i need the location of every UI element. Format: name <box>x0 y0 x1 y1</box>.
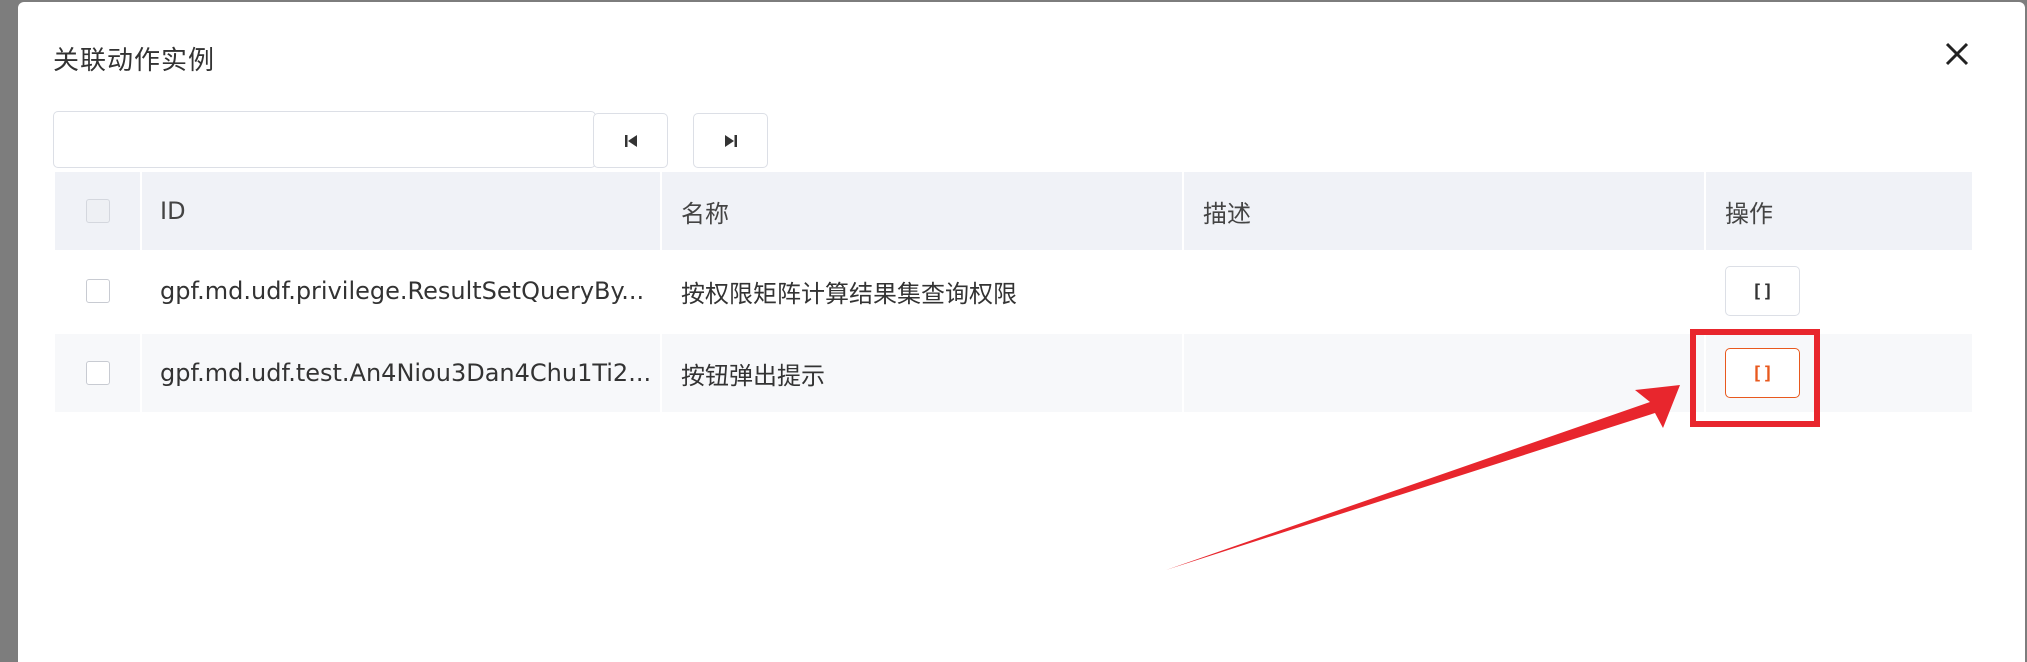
annotation-arrow-icon <box>1166 385 1680 570</box>
